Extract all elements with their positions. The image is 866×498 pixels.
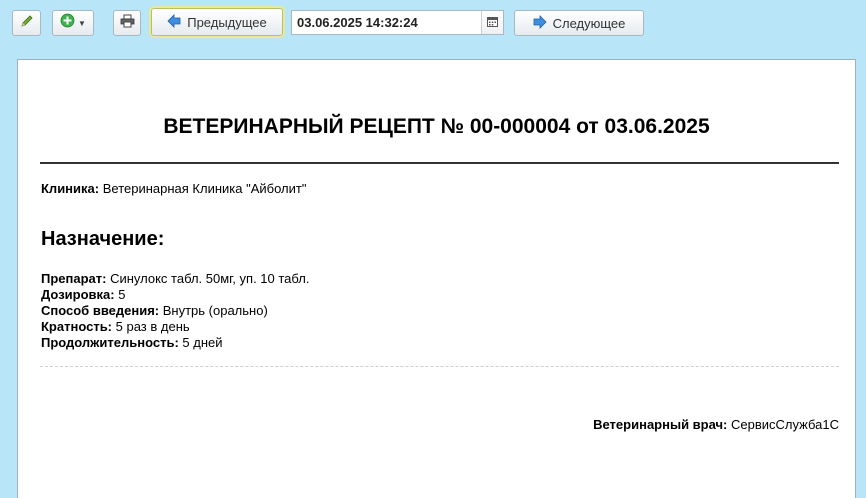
document-panel: ВЕТЕРИНАРНЫЙ РЕЦЕПТ № 00-000004 от 03.06…	[17, 59, 856, 498]
arrow-left-icon	[167, 13, 181, 31]
document-title: ВЕТЕРИНАРНЫЙ РЕЦЕПТ № 00-000004 от 03.06…	[163, 115, 710, 138]
calendar-button[interactable]	[481, 11, 503, 34]
field-label: Кратность:	[41, 319, 113, 334]
doctor-signature-line: Ветеринарный врач: СервисСлужба1С	[593, 417, 839, 432]
add-icon	[60, 13, 75, 33]
doctor-label: Ветеринарный врач:	[593, 417, 728, 432]
doctor-value: СервисСлужба1С	[731, 417, 839, 432]
next-button[interactable]: Следующее	[514, 10, 644, 36]
field-value: 5 дней	[182, 335, 223, 350]
section-heading: Назначение:	[41, 228, 165, 250]
clinic-line: Клиника: Ветеринарная Клиника "Айболит"	[41, 181, 306, 196]
arrow-right-icon	[533, 14, 547, 32]
field-label: Продолжительность:	[41, 335, 179, 350]
previous-button[interactable]: Предыдущее	[149, 6, 285, 38]
pencil-icon	[20, 14, 34, 33]
field-label: Дозировка:	[41, 287, 115, 302]
field-row-duration: Продолжительность: 5 дней	[41, 335, 223, 350]
field-value: 5 раз в день	[115, 319, 190, 334]
field-value: Внутрь (орально)	[162, 303, 268, 318]
date-value: 03.06.2025 14:32:24	[297, 15, 418, 30]
clinic-value: Ветеринарная Клиника "Айболит"	[102, 181, 307, 196]
clinic-label: Клиника:	[41, 181, 100, 196]
field-label: Препарат:	[41, 271, 107, 286]
calendar-icon	[487, 14, 498, 32]
previous-label: Предыдущее	[187, 14, 267, 30]
field-row-drug: Препарат: Синулокс табл. 50мг, уп. 10 та…	[41, 271, 309, 286]
section-divider	[40, 366, 839, 367]
next-label: Следующее	[552, 15, 626, 31]
field-row-route: Способ введения: Внутрь (орально)	[41, 303, 268, 318]
toolbar: ▼ Предыдущее 03.06.2025 14:32:24 Следующ…	[0, 0, 866, 44]
field-value: Синулокс табл. 50мг, уп. 10 табл.	[110, 271, 310, 286]
field-row-dosage: Дозировка: 5	[41, 287, 125, 302]
field-value: 5	[118, 287, 126, 302]
date-input[interactable]: 03.06.2025 14:32:24	[291, 10, 504, 35]
title-divider	[40, 162, 839, 164]
field-row-frequency: Кратность: 5 раз в день	[41, 319, 190, 334]
edit-button[interactable]	[12, 10, 41, 36]
printer-icon	[120, 14, 135, 33]
chevron-down-icon: ▼	[78, 18, 86, 28]
field-label: Способ введения:	[41, 303, 160, 318]
add-dropdown-button[interactable]: ▼	[52, 10, 94, 36]
print-button[interactable]	[113, 10, 141, 36]
